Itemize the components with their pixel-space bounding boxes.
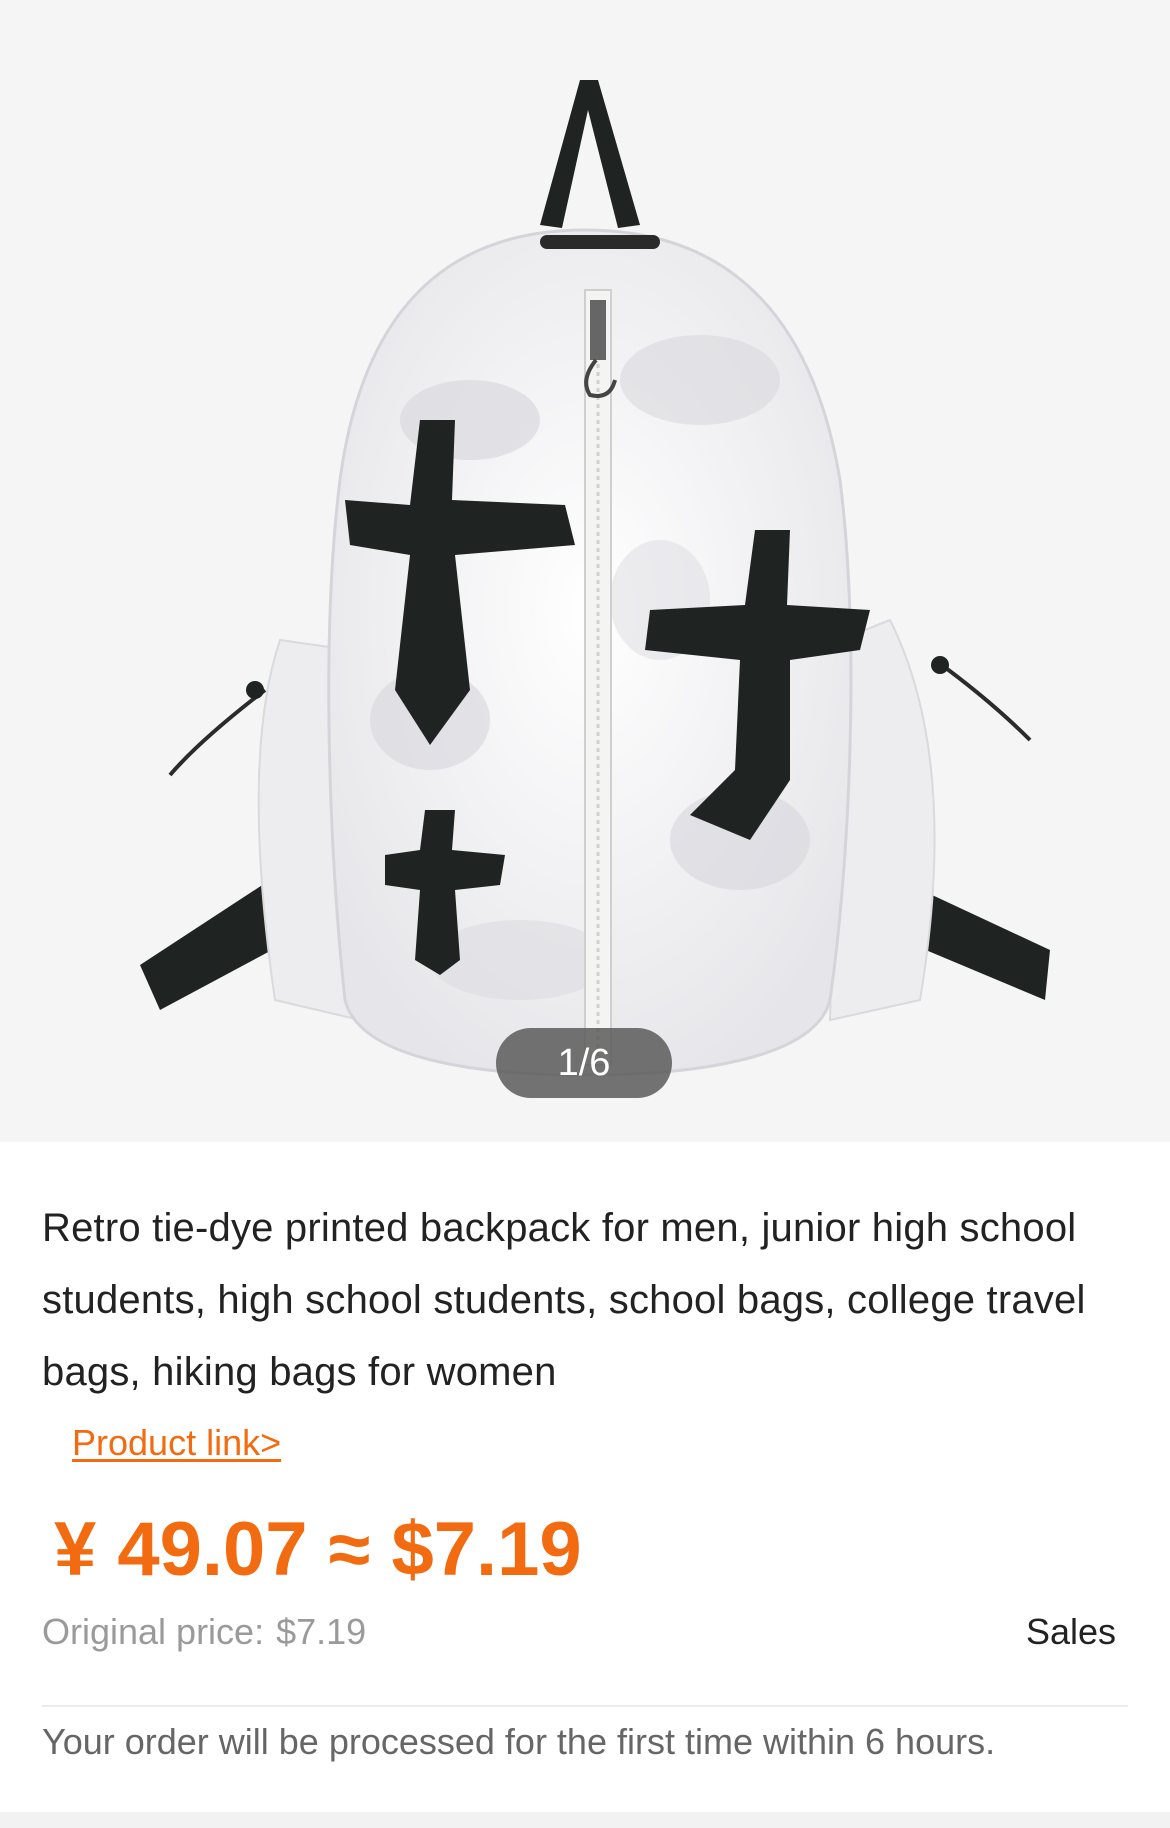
original-price: Original price: $7.19 bbox=[42, 1611, 366, 1653]
price-row: Original price: $7.19 Sales bbox=[42, 1611, 1128, 1653]
original-price-label: Original price: bbox=[42, 1611, 265, 1652]
product-title: Retro tie-dye printed backpack for men, … bbox=[42, 1206, 1086, 1394]
product-image-gallery[interactable]: 1/6 bbox=[0, 0, 1170, 1142]
product-link[interactable]: Product link> bbox=[72, 1422, 281, 1464]
processing-notice: Your order will be processed for the fir… bbox=[42, 1721, 996, 1762]
original-price-value: $7.19 bbox=[276, 1611, 367, 1652]
image-pager-indicator: 1/6 bbox=[496, 1028, 672, 1098]
backpack-image[interactable] bbox=[0, 0, 1170, 1142]
divider bbox=[42, 1705, 1128, 1707]
product-info: Retro tie-dye printed backpack for men, … bbox=[0, 1192, 1170, 1763]
sales-label: Sales bbox=[1025, 1611, 1116, 1652]
product-price: ¥ 49.07 ≈ $7.19 bbox=[54, 1507, 582, 1592]
bottom-strip bbox=[0, 1812, 1170, 1828]
